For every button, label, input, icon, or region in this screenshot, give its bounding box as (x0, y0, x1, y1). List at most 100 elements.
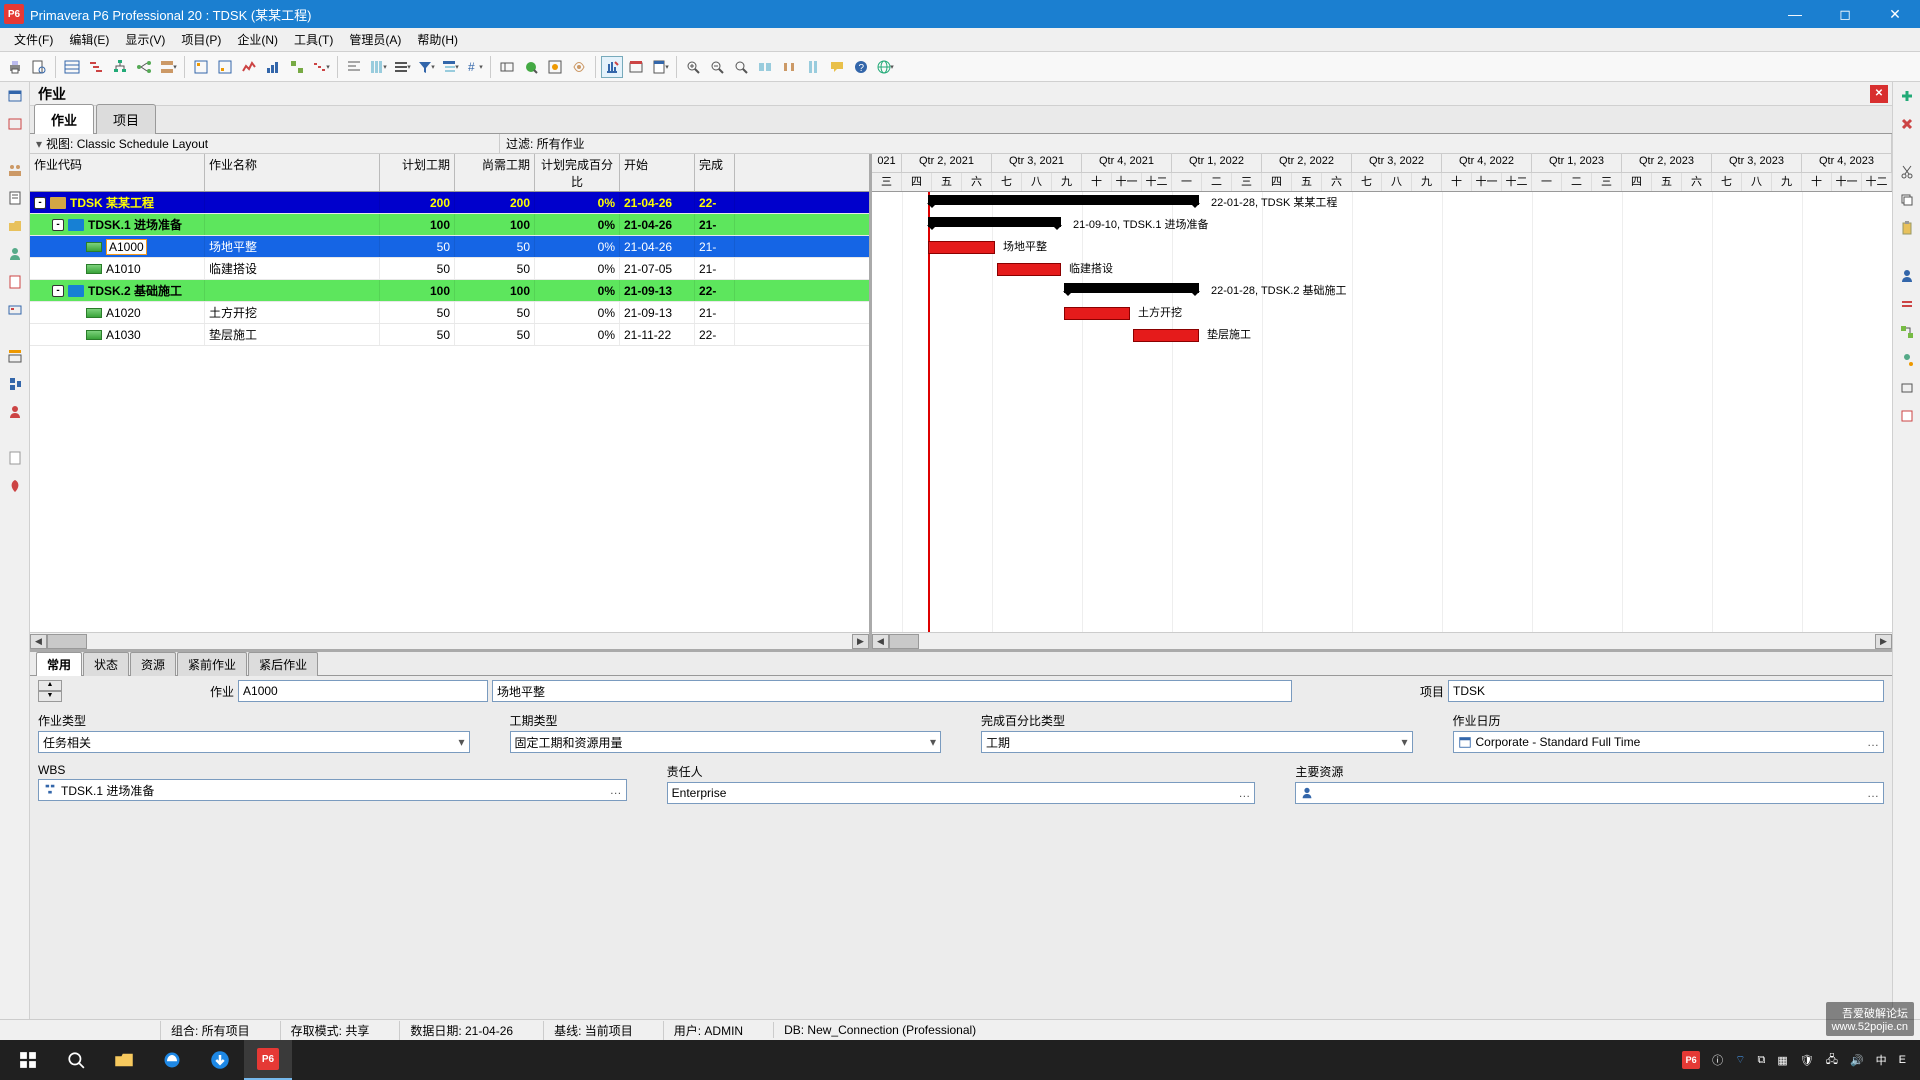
sidebar-icon[interactable] (5, 346, 25, 366)
align-left-icon[interactable] (343, 56, 365, 78)
gantt-scrollbar[interactable]: ◀▶ (872, 632, 1892, 649)
toolbar-button[interactable] (391, 56, 413, 78)
schedule-icon[interactable] (601, 56, 623, 78)
help-icon[interactable]: ? (850, 56, 872, 78)
print-icon[interactable] (4, 56, 26, 78)
search-icon[interactable] (52, 1040, 100, 1080)
system-tray[interactable]: P6 ⓘ ⌔ ⧉ ▦ 🛡 🖧 🔊 中 E (1682, 1051, 1916, 1070)
filter-icon[interactable] (415, 56, 437, 78)
table-row[interactable]: -TDSK.2 基础施工1001000%21-09-1322- (30, 280, 869, 302)
sidebar-icon[interactable] (5, 448, 25, 468)
toolbar-button[interactable] (214, 56, 236, 78)
col-header-d1[interactable]: 计划工期 (380, 154, 455, 191)
tab-activities[interactable]: 作业 (34, 104, 94, 134)
col-header-end[interactable]: 完成 (695, 154, 735, 191)
globe-icon[interactable] (874, 56, 896, 78)
minimize-button[interactable]: ― (1770, 0, 1820, 28)
col-header-name[interactable]: 作业名称 (205, 154, 380, 191)
filter-display[interactable]: 过滤: 所有作业 (500, 134, 1892, 153)
hash-icon[interactable]: # (463, 56, 485, 78)
table-row[interactable]: A1030垫层施工50500%21-11-2222- (30, 324, 869, 346)
activity-id-field[interactable]: A1000 (238, 680, 488, 702)
sidebar-icon[interactable] (5, 86, 25, 106)
print-preview-icon[interactable] (28, 56, 50, 78)
toolbar-button[interactable] (625, 56, 647, 78)
layout-gantt-icon[interactable] (85, 56, 107, 78)
columns-icon[interactable] (367, 56, 389, 78)
menu-edit[interactable]: 编辑(E) (61, 28, 117, 51)
sidebar-icon[interactable] (5, 114, 25, 134)
copy-icon[interactable] (1897, 190, 1917, 210)
calendar-field[interactable]: Corporate - Standard Full Time… (1453, 731, 1885, 753)
pct-type-select[interactable]: 工期▾ (981, 731, 1413, 753)
shield-icon[interactable]: 🛡 (1800, 1054, 1814, 1067)
zoom-fit-icon[interactable] (730, 56, 752, 78)
toolbar-button[interactable] (802, 56, 824, 78)
toolbar-button[interactable] (520, 56, 542, 78)
chat-icon[interactable] (826, 56, 848, 78)
sidebar-icon[interactable] (5, 476, 25, 496)
sidebar-icon[interactable] (5, 272, 25, 292)
tray-icon[interactable]: ▦ (1777, 1054, 1787, 1067)
sidebar-icon[interactable] (1897, 350, 1917, 370)
menu-view[interactable]: 显示(V) (117, 28, 173, 51)
wbs-icon[interactable] (109, 56, 131, 78)
detail-tab-resources[interactable]: 资源 (130, 652, 176, 676)
menu-project[interactable]: 项目(P) (173, 28, 229, 51)
duration-type-select[interactable]: 固定工期和资源用量▾ (510, 731, 942, 753)
cut-icon[interactable] (1897, 162, 1917, 182)
close-button[interactable]: ✕ (1870, 0, 1920, 28)
toolbar-button[interactable] (238, 56, 260, 78)
group-icon[interactable] (439, 56, 461, 78)
grid-scrollbar[interactable]: ◀▶ (30, 632, 869, 649)
ime-icon[interactable]: 中 (1876, 1052, 1887, 1068)
toolbar-button[interactable] (568, 56, 590, 78)
sidebar-icon[interactable] (5, 300, 25, 320)
paste-icon[interactable] (1897, 218, 1917, 238)
col-header-id[interactable]: 作业代码 (30, 154, 205, 191)
menu-tools[interactable]: 工具(T) (286, 28, 341, 51)
network-icon[interactable] (133, 56, 155, 78)
toolbar-button[interactable] (310, 56, 332, 78)
sidebar-icon[interactable] (5, 374, 25, 394)
add-icon[interactable] (1897, 86, 1917, 106)
table-row[interactable]: -TDSK.1 进场准备1001000%21-04-2621- (30, 214, 869, 236)
download-icon[interactable] (196, 1040, 244, 1080)
layout-selector[interactable]: 视图: Classic Schedule Layout (30, 134, 500, 153)
sidebar-icon[interactable] (1897, 294, 1917, 314)
p6-taskbar-icon[interactable]: P6 (244, 1040, 292, 1080)
bluetooth-icon[interactable]: ⌔ (1735, 1053, 1745, 1067)
sidebar-icon[interactable] (1897, 266, 1917, 286)
toolbar-button[interactable] (649, 56, 671, 78)
maximize-button[interactable]: ◻ (1820, 0, 1870, 28)
sidebar-icon[interactable] (5, 402, 25, 422)
detail-tab-general[interactable]: 常用 (36, 652, 82, 676)
delete-icon[interactable] (1897, 114, 1917, 134)
start-button[interactable] (4, 1040, 52, 1080)
explorer-icon[interactable] (100, 1040, 148, 1080)
volume-icon[interactable]: 🔊 (1850, 1054, 1864, 1067)
sidebar-icon[interactable] (5, 188, 25, 208)
table-row[interactable]: A1020土方开挖50500%21-09-1321- (30, 302, 869, 324)
activity-type-select[interactable]: 任务相关▾ (38, 731, 470, 753)
menu-admin[interactable]: 管理员(A) (341, 28, 409, 51)
detail-tab-status[interactable]: 状态 (83, 652, 129, 676)
zoom-in-icon[interactable] (682, 56, 704, 78)
activity-name-field[interactable]: 场地平整 (492, 680, 1292, 702)
col-header-pct[interactable]: 计划完成百分比 (535, 154, 620, 191)
toolbar-button[interactable] (496, 56, 518, 78)
menu-help[interactable]: 帮助(H) (409, 28, 466, 51)
toolbar-button[interactable] (286, 56, 308, 78)
toolbar-button[interactable] (262, 56, 284, 78)
toolbar-button[interactable] (778, 56, 800, 78)
menu-file[interactable]: 文件(F) (6, 28, 61, 51)
sidebar-icon[interactable] (1897, 378, 1917, 398)
table-row[interactable]: A1000场地平整50500%21-04-2621- (30, 236, 869, 258)
sidebar-icon[interactable] (1897, 406, 1917, 426)
tab-projects[interactable]: 项目 (96, 104, 156, 134)
toolbar-button[interactable] (754, 56, 776, 78)
sidebar-icon[interactable] (5, 216, 25, 236)
tray-icon[interactable]: E (1899, 1054, 1906, 1066)
menu-enterprise[interactable]: 企业(N) (229, 28, 286, 51)
ie-icon[interactable] (148, 1040, 196, 1080)
